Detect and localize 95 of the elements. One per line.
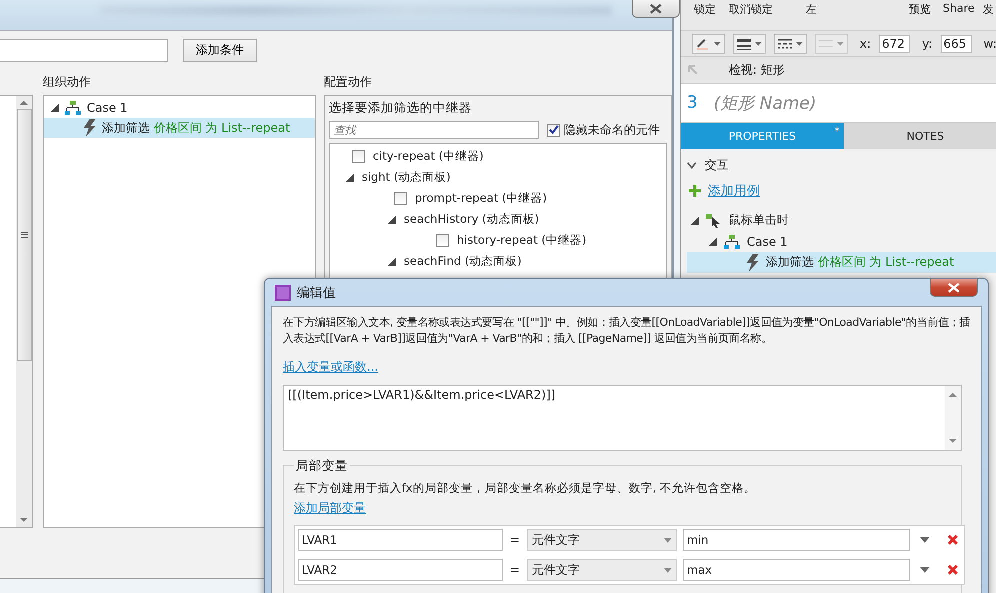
search-field[interactable]: 查找 — [329, 121, 539, 139]
caret-icon — [664, 568, 672, 572]
expression-field[interactable]: [[(Item.price>LVAR1)&&Item.price<LVAR2)]] — [283, 385, 962, 451]
tree-item[interactable]: 鼠标单击时 — [729, 212, 789, 229]
checkbox[interactable] — [436, 234, 449, 247]
toolbar-button[interactable]: 锁定 — [694, 2, 716, 17]
variable-name-field[interactable]: LVAR2 — [298, 559, 503, 581]
toolbar-button[interactable]: 发 — [983, 2, 994, 17]
tree-item[interactable]: Case 1 — [747, 234, 788, 248]
checkbox[interactable] — [547, 124, 560, 136]
grip-icon — [20, 232, 28, 238]
inspector-title: 检视: 矩形 — [729, 62, 785, 78]
lightning-icon — [84, 119, 96, 137]
equals-sign: = — [508, 563, 522, 577]
checkbox-label[interactable]: 隐藏未命名的元件 — [564, 122, 660, 138]
tree-item[interactable]: prompt-repeat (中继器) — [415, 191, 548, 206]
type-dropdown[interactable]: 元件文字 — [527, 529, 677, 551]
action-item[interactable]: 添加筛选 价格区间 为 List--repeat — [687, 252, 996, 273]
scroll-up-icon[interactable] — [20, 100, 28, 105]
line-style-dropdown[interactable] — [774, 34, 807, 54]
scroll-down-icon[interactable] — [949, 439, 957, 444]
line-weight-icon — [737, 38, 751, 50]
expand-icon[interactable] — [51, 104, 59, 112]
shape-name-field[interactable]: (矩形 Name) — [714, 92, 817, 114]
expand-icon[interactable] — [346, 174, 354, 182]
toolbar-button[interactable]: Share — [943, 2, 975, 15]
expand-icon[interactable] — [388, 216, 396, 224]
scroll-down-icon[interactable] — [20, 518, 28, 523]
add-variable-link[interactable]: 添加局部变量 — [294, 500, 366, 517]
coordinate-label: w: — [984, 36, 996, 50]
delete-icon[interactable] — [947, 564, 959, 576]
close-button[interactable] — [632, 0, 680, 18]
variable-target-field[interactable]: max — [683, 559, 910, 581]
section-label: 组织动作 — [43, 74, 92, 90]
scrollbar[interactable] — [16, 96, 32, 527]
add-case-link[interactable]: 添加用例 — [708, 182, 760, 200]
toolbar-button[interactable]: 取消锁定 — [729, 2, 773, 17]
tree-item[interactable]: seachFind (动态面板) — [404, 254, 522, 269]
checkbox[interactable] — [352, 150, 365, 163]
coordinate-field[interactable]: 665 — [940, 34, 972, 52]
tree-item[interactable]: seachHistory (动态面板) — [404, 212, 540, 227]
scroll-up-icon[interactable] — [949, 392, 957, 397]
coordinate-field[interactable]: 672 — [879, 34, 910, 52]
toolbar-button[interactable]: 左 — [806, 2, 817, 17]
delete-icon[interactable] — [947, 534, 959, 546]
expand-icon[interactable] — [691, 216, 699, 224]
caret-icon — [837, 42, 844, 46]
close-icon — [947, 282, 961, 292]
close-button[interactable] — [930, 279, 978, 297]
condition-field[interactable] — [0, 39, 168, 62]
dropdown-arrow-icon[interactable] — [920, 537, 930, 543]
tree-item[interactable]: history-repeat (中继器) — [457, 233, 587, 248]
caret-icon — [755, 42, 762, 46]
pencil-icon — [696, 38, 710, 50]
case-label[interactable]: Case 1 — [87, 101, 128, 115]
add-condition-button[interactable]: 添加条件 — [183, 39, 257, 62]
lightning-icon — [747, 254, 759, 272]
lines-icon — [819, 38, 833, 50]
cursor-icon — [706, 214, 722, 228]
tree-item[interactable]: sight (动态面板) — [362, 170, 451, 185]
case-icon — [724, 234, 740, 248]
coordinate-label: x: — [860, 36, 872, 50]
tab[interactable]: NOTES — [844, 123, 996, 149]
caret-icon — [664, 538, 672, 542]
checkbox[interactable] — [394, 192, 407, 205]
insert-variable-link[interactable]: 插入变量或函数... — [283, 359, 378, 376]
case-icon — [65, 101, 81, 115]
plus-icon[interactable] — [689, 185, 701, 197]
caret-icon — [714, 42, 721, 46]
coordinate-label: y: — [922, 36, 933, 50]
action-item[interactable]: 添加筛选 价格区间 为 List--repeat — [44, 118, 315, 138]
dropdown-arrow-icon[interactable] — [920, 567, 930, 573]
chevron-down-icon[interactable] — [687, 162, 697, 170]
line-weight-dropdown[interactable] — [733, 34, 766, 54]
close-icon — [649, 4, 663, 14]
local-variable-hint: 在下方创建用于插入fx的局部变量，局部变量名称必须是字母、数字, 不允许包含空格。 — [294, 481, 756, 496]
type-dropdown[interactable]: 元件文字 — [527, 559, 677, 581]
line-color-dropdown[interactable] — [692, 34, 725, 54]
group-title: 局部变量 — [294, 458, 350, 475]
instructions-text: 在下方编辑区输入文本, 变量名称或表达式要写在 "[[""]]" 中。例如：插入变量[[OnLoadVariable]]返回值为变量"OnLoadVariable"的当前值；插入表达式[[VarA + VarB]]返回值为"VarA + VarB"的和；插入 [[PageName]] 返回值为当前页面名称。 — [283, 315, 972, 347]
section-label: 配置动作 — [324, 74, 372, 90]
dialog-title: 编辑值 — [297, 284, 336, 302]
panel-title: 选择要添加筛选的中继器 — [329, 100, 473, 117]
expand-icon[interactable] — [388, 258, 396, 266]
shape-number: 3 — [687, 93, 698, 113]
expand-icon[interactable] — [709, 238, 717, 246]
tree-item[interactable]: city-repeat (中继器) — [373, 149, 484, 164]
equals-sign: = — [508, 533, 522, 547]
variable-target-field[interactable]: min — [683, 529, 910, 551]
toolbar-button[interactable]: 预览 — [909, 2, 931, 17]
section-title: 交互 — [705, 157, 729, 174]
app-icon — [275, 284, 291, 300]
dashed-lines-icon — [778, 38, 792, 50]
variable-name-field[interactable]: LVAR1 — [298, 529, 503, 551]
caret-icon — [796, 42, 803, 46]
